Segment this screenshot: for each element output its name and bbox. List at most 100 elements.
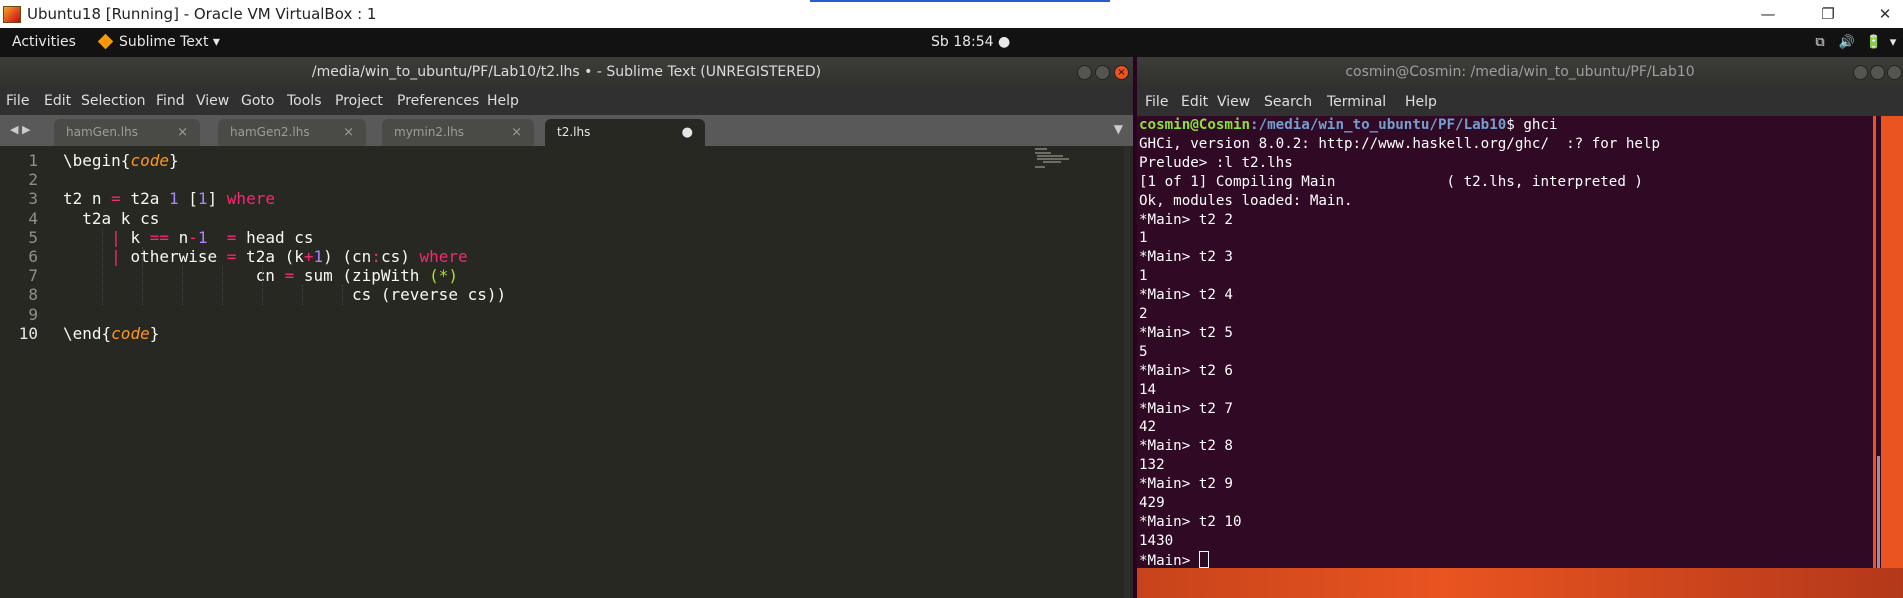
minimap[interactable] — [1035, 146, 1075, 170]
sublime-window-title: /media/win_to_ubuntu/PF/Lab10/t2.lhs • -… — [311, 64, 822, 80]
terminal-close-button[interactable] — [1887, 65, 1902, 80]
terminal-prompt-line: cosmin@Cosmin:/media/win_to_ubuntu/PF/La… — [1139, 116, 1558, 135]
code-line: | k == n-1 = head cs — [63, 227, 313, 247]
menu-preferences[interactable]: Preferences — [397, 88, 479, 115]
menu-edit[interactable]: Edit — [44, 88, 71, 115]
terminal-line: 429 — [1139, 495, 1165, 511]
app-menu-button[interactable]: Sublime Text ▾ — [97, 28, 220, 57]
menu-tools[interactable]: Tools — [287, 88, 322, 115]
close-icon[interactable]: ✕ — [1863, 0, 1903, 28]
code-line: cn = sum (zipWith (*) — [63, 266, 458, 285]
terminal-line: 1 — [1139, 230, 1148, 247]
code-token: 1 — [197, 227, 208, 247]
menu-project[interactable]: Project — [335, 88, 383, 115]
terminal-menu-search[interactable]: Search — [1264, 88, 1312, 116]
terminal-menu-help[interactable]: Help — [1405, 88, 1437, 116]
code-token: otherwise — [120, 247, 227, 266]
terminal-line: [1 of 1] Compiling Main ( t2.lhs, interp… — [1139, 173, 1643, 190]
sublime-minimize-button[interactable] — [1077, 65, 1092, 80]
terminal-line: *Main> t2 6 — [1139, 362, 1233, 379]
menu-goto[interactable]: Goto — [241, 88, 274, 115]
terminal-line: *Main> t2 8 — [1139, 438, 1233, 455]
sublime-close-button[interactable]: × — [1114, 65, 1129, 80]
code-token: code — [111, 323, 150, 343]
clock[interactable]: Sb 18:54 ● — [931, 28, 1010, 57]
sublime-titlebar: /media/win_to_ubuntu/PF/Lab10/t2.lhs • -… — [0, 57, 1133, 88]
menu-selection[interactable]: Selection — [81, 88, 146, 115]
code-token: = — [111, 189, 121, 209]
terminal-menu-edit[interactable]: Edit — [1181, 88, 1208, 116]
indent-guide — [182, 266, 183, 305]
terminal-scrollbar[interactable] — [1873, 116, 1903, 568]
code-line: t2a k cs — [63, 209, 159, 228]
line-number: 2 — [28, 170, 38, 190]
code-token: = — [226, 247, 237, 266]
close-icon[interactable]: × — [343, 119, 354, 146]
tab-nav-arrows-icon[interactable]: ◀ ▶ — [10, 123, 30, 136]
menu-file[interactable]: File — [6, 88, 29, 115]
prompt-command: $ ghci — [1506, 117, 1558, 133]
scrollbar-thumb[interactable] — [1877, 456, 1880, 568]
menu-find[interactable]: Find — [156, 88, 185, 115]
tab-hamgen[interactable]: hamGen.lhs × — [54, 119, 200, 146]
terminal-line: 5 — [1139, 343, 1148, 360]
code-editor[interactable]: 1 2 3 4 5 6 7 8 9 10 \begin{code} t2 n = t2a 1 [1]… — [0, 146, 1133, 598]
network-icon[interactable]: ⧉ — [1810, 28, 1830, 57]
terminal-line: 1 — [1139, 268, 1148, 285]
tab-dropdown-icon[interactable]: ▼ — [1114, 122, 1123, 136]
menu-help[interactable]: Help — [487, 88, 519, 115]
terminal-line: 14 — [1139, 381, 1157, 398]
sublime-icon — [97, 33, 114, 50]
battery-icon[interactable]: 🔋 — [1864, 28, 1884, 57]
code-token: | — [111, 247, 121, 266]
volume-icon[interactable]: 🔊 — [1837, 28, 1857, 57]
code-token: + — [303, 247, 314, 266]
chevron-down-icon: ▾ — [212, 34, 220, 50]
code-token: (*) — [429, 266, 458, 286]
menu-view[interactable]: View — [196, 88, 229, 115]
line-number: 8 — [28, 285, 38, 305]
close-icon[interactable]: × — [511, 119, 522, 146]
tab-hamgen2[interactable]: hamGen2.lhs × — [218, 119, 366, 146]
terminal-line: 2 — [1139, 306, 1148, 322]
terminal-line: *Main> t2 5 — [1139, 324, 1233, 341]
code-token: ] — [207, 189, 227, 209]
code-line: | otherwise = t2a (k+1) (cn:cs) where — [63, 247, 467, 266]
sublime-maximize-button[interactable] — [1095, 65, 1110, 80]
restore-icon[interactable]: ❐ — [1806, 0, 1850, 28]
editor-scrollbar[interactable] — [1124, 146, 1130, 598]
close-icon[interactable]: × — [177, 119, 188, 146]
prompt-user: cosmin@Cosmin — [1139, 117, 1251, 133]
line-number: 7 — [28, 266, 38, 286]
terminal-menu-file[interactable]: File — [1145, 88, 1168, 116]
gnome-top-bar: Activities Sublime Text ▾ Sb 18:54 ● ⧉ 🔊… — [0, 28, 1903, 57]
terminal-maximize-button[interactable] — [1870, 65, 1885, 80]
terminal-menu-terminal[interactable]: Terminal — [1327, 88, 1386, 116]
terminal-line: Ok, modules loaded: Main. — [1139, 192, 1353, 209]
prompt-path: :/media/win_to_ubuntu/PF/Lab10 — [1250, 117, 1507, 133]
terminal-window: cosmin@Cosmin: /media/win_to_ubuntu/PF/L… — [1137, 57, 1903, 598]
vm-window-title: Ubuntu18 [Running] - Oracle VM VirtualBo… — [27, 5, 377, 23]
modified-dot-icon[interactable]: ● — [682, 119, 693, 146]
activities-button[interactable]: Activities — [12, 28, 76, 57]
code-token: code — [130, 151, 169, 170]
terminal-line: *Main> t2 7 — [1139, 400, 1233, 417]
minimize-icon[interactable]: — — [1746, 0, 1790, 28]
code-token: \begin{ — [63, 151, 131, 170]
terminal-menu-view[interactable]: View — [1217, 88, 1250, 116]
virtualbox-icon — [3, 6, 21, 23]
terminal-titlebar: cosmin@Cosmin: /media/win_to_ubuntu/PF/L… — [1137, 57, 1903, 88]
line-number: 6 — [28, 247, 38, 266]
terminal-output[interactable]: cosmin@Cosmin:/media/win_to_ubuntu/PF/La… — [1137, 116, 1873, 568]
tab-t2[interactable]: t2.lhs ● — [545, 119, 705, 146]
system-menu-chevron-icon[interactable]: ▾ — [1883, 28, 1903, 57]
code-token: where — [226, 189, 275, 209]
terminal-input-line[interactable]: *Main> — [1139, 550, 1209, 568]
tab-mymin2[interactable]: mymin2.lhs × — [382, 119, 534, 146]
tab-label: hamGen2.lhs — [230, 125, 310, 139]
terminal-minimize-button[interactable] — [1853, 65, 1868, 80]
line-number: 9 — [28, 304, 38, 324]
terminal-line: *Main> t2 2 — [1139, 211, 1233, 228]
